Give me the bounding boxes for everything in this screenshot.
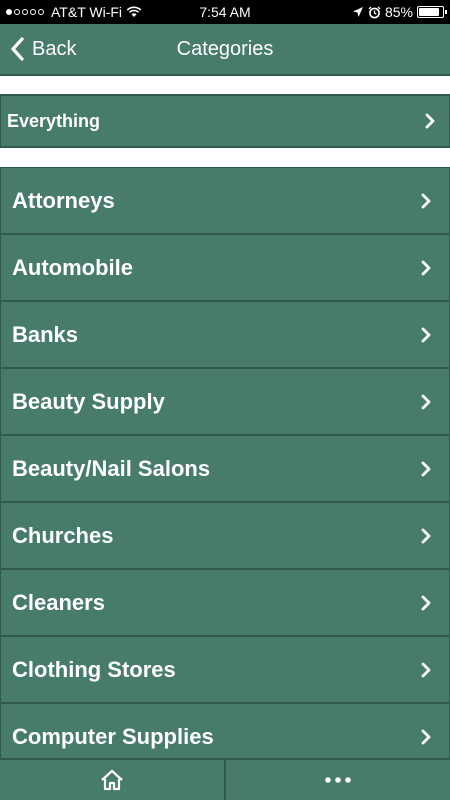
everything-label: Everything [7, 110, 101, 131]
category-label: Churches [12, 522, 114, 548]
back-label: Back [32, 37, 77, 60]
signal-strength-icon [6, 9, 44, 15]
battery-fill [419, 8, 439, 16]
category-row[interactable]: Beauty Supply [0, 368, 450, 435]
status-right: 85% [352, 4, 447, 20]
carrier-label: AT&T Wi-Fi [51, 4, 123, 20]
category-row[interactable]: Banks [0, 301, 450, 368]
tab-bar [0, 758, 450, 800]
category-row[interactable]: Cleaners [0, 569, 450, 636]
home-icon [101, 769, 123, 791]
chevron-right-icon [425, 113, 435, 129]
battery-percent: 85% [384, 4, 413, 20]
nav-bar: Back Categories [0, 24, 450, 76]
category-label: Clothing Stores [12, 656, 176, 682]
chevron-right-icon [421, 327, 431, 343]
category-row[interactable]: Attorneys [0, 167, 450, 234]
battery-icon [417, 6, 447, 18]
chevron-right-icon [421, 193, 431, 209]
chevron-right-icon [421, 662, 431, 678]
category-label: Computer Supplies [12, 723, 214, 749]
chevron-left-icon [11, 37, 24, 61]
wifi-icon [126, 6, 142, 17]
tab-home[interactable] [0, 760, 224, 800]
back-button[interactable]: Back [10, 24, 76, 74]
category-label: Banks [12, 321, 79, 347]
chevron-right-icon [421, 260, 431, 276]
category-row[interactable]: Beauty/Nail Salons [0, 435, 450, 502]
location-arrow-icon [352, 7, 363, 17]
category-label: Automobile [12, 254, 133, 280]
category-row[interactable]: Automobile [0, 234, 450, 301]
category-label: Cleaners [12, 589, 105, 615]
status-left: AT&T Wi-Fi [6, 4, 142, 20]
chevron-right-icon [421, 461, 431, 477]
tab-more[interactable] [224, 760, 450, 800]
chevron-right-icon [421, 528, 431, 544]
category-label: Attorneys [12, 187, 115, 213]
category-label: Beauty Supply [12, 388, 165, 414]
more-icon [325, 777, 351, 783]
chevron-right-icon [421, 394, 431, 410]
chevron-right-icon [421, 729, 431, 745]
alarm-icon [368, 6, 381, 18]
category-label: Beauty/Nail Salons [12, 455, 211, 481]
status-bar: AT&T Wi-Fi 7:54 AM 85% [0, 0, 450, 24]
chevron-right-icon [421, 595, 431, 611]
category-row[interactable]: Churches [0, 502, 450, 569]
category-row[interactable]: Clothing Stores [0, 636, 450, 703]
everything-row[interactable]: Everything [0, 94, 450, 148]
